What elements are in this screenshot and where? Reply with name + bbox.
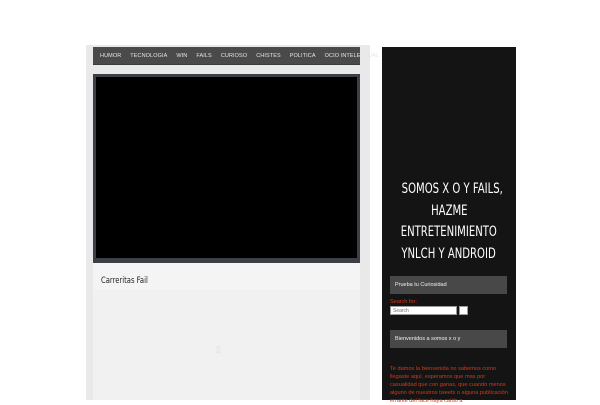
sidebar: SOMOS X O Y FAILS, HAZME ENTRETENIMIENTO… xyxy=(382,47,516,404)
post-media-placeholder: ▯ xyxy=(216,344,221,354)
post-title[interactable]: Carreritas Fail xyxy=(101,276,148,286)
video-frame xyxy=(93,74,360,263)
search-label: Search for: xyxy=(390,299,417,305)
nav-item-curioso[interactable]: CURIOSO xyxy=(221,53,247,59)
welcome-text: Te damos la bienvenida no sabemos como l… xyxy=(390,366,508,404)
post-area: Carreritas Fail ▯ xyxy=(93,263,360,400)
tagline-line-3: ENTRETENIMIENTO xyxy=(400,224,498,240)
widget-title-bienvenidos: Bienvenidos a somos x o y xyxy=(390,330,507,348)
site-tagline: SOMOS X O Y FAILS, HAZME ENTRETENIMIENTO… xyxy=(382,179,516,265)
video-player[interactable] xyxy=(96,77,357,258)
tagline-line-2: HAZME xyxy=(430,202,468,219)
nav-item-politica[interactable]: POLITICA xyxy=(290,53,316,59)
top-nav: HUMOR TECNOLOGIA WIN FAILS CURIOSO CHIST… xyxy=(93,47,379,65)
post-body: ▯ xyxy=(93,289,360,400)
tagline-line-4: YNLCH Y ANDROID xyxy=(401,245,497,262)
nav-item-win[interactable]: WIN xyxy=(176,53,187,59)
nav-item-tecnologia[interactable]: TECNOLOGIA xyxy=(130,53,167,59)
nav-item-ocio-intelectual[interactable]: OCIO INTELECTUAL xyxy=(325,53,379,59)
search-input[interactable] xyxy=(390,306,457,315)
nav-item-fails[interactable]: FAILS xyxy=(196,53,211,59)
widget-title-curiosidad: Prueba tu Curiosidad xyxy=(390,276,507,294)
search-button[interactable] xyxy=(459,306,468,315)
nav-item-chistes[interactable]: CHISTES xyxy=(256,53,281,59)
nav-item-humor[interactable]: HUMOR xyxy=(100,53,121,59)
tagline-line-1: SOMOS X O Y FAILS, xyxy=(401,181,503,197)
